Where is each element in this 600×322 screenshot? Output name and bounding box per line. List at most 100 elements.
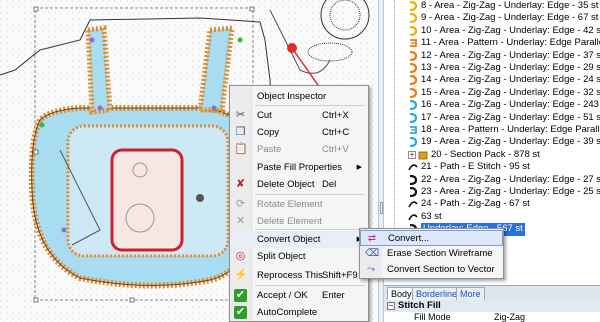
fill-mode-value[interactable]: Zig-Zag [494,312,525,322]
submenu-item-erase-section-wireframe[interactable]: ⌫ Erase Section Wireframe [360,246,503,262]
reprocess-icon: ⚡ [234,269,248,281]
accept-icon: ✔ [234,289,247,302]
menu-item-reprocess-this[interactable]: ⚡ Reprocess This Shift+F9 [230,267,368,284]
tree-item[interactable]: 63 st [384,211,600,223]
menu-item-delete-object[interactable]: ✘ Delete Object Del [230,176,368,193]
context-menu: Object Inspector ✂ Cut Ctrl+X ❐ Copy Ctrl+C 📋 Pa… [229,85,369,322]
tree-item[interactable]: 11 - Area - Pattern - Underlay: Edge Par… [384,37,600,49]
tab-borderline[interactable]: Borderline [412,287,462,300]
tree-item-label: 18 - Area - Pattern - Underlay: Edge Par… [421,124,600,135]
expand-icon[interactable]: + [408,150,416,159]
tree-item[interactable]: +20 - Section Pack - 878 st [384,149,600,161]
menu-separator [255,194,365,195]
menu-item-accept-ok[interactable]: ✔ Accept / OK Enter [230,287,368,304]
zigzag-area-icon [409,112,418,123]
convert-icon: ⇄ [367,233,377,244]
menu-separator [255,285,365,286]
tree-item-label: 9 - Area - Zig-Zag - Underlay: Edge - 67… [421,12,599,24]
pattern-area-icon [410,39,417,48]
scissors-icon: ✂ [235,109,246,121]
tree-item-label: 21 - Path - E Stitch - 95 st [421,161,530,173]
menu-item-split-object[interactable]: ◎ Split Object [230,248,368,265]
menu-item-convert-object[interactable]: Convert Object▶ [230,231,368,248]
properties-panel: Body Borderline More − Stitch Fill Fill … [384,285,600,322]
tree-item[interactable]: 10 - Area - Zig-Zag - Underlay: Edge - 4… [384,25,600,37]
menu-item-cut[interactable]: ✂ Cut Ctrl+X [230,107,368,124]
tree-item[interactable]: 16 - Area - Zig-Zag - Underlay: Edge - 2… [384,99,600,111]
tree-item[interactable]: 23 - Area - Zig-Zag - Underlay: Edge - 2… [384,186,600,198]
tree-item-label: 11 - Area - Pattern - Underlay: Edge Par… [421,37,600,49]
splitter-grip[interactable] [380,202,383,214]
menu-item-delete-element[interactable]: ✕ Delete Element [230,213,368,230]
zigzag-area-icon [409,25,418,36]
tree-item-label: 20 - Section Pack - 878 st [431,148,540,160]
menu-item-label: Delete Object [257,179,315,190]
tree-item[interactable]: 21 - Path - E Stitch - 95 st [384,161,600,173]
fill-mode-row[interactable]: Fill Mode Zig-Zag [384,312,600,322]
stitch-fill-section[interactable]: − Stitch Fill [384,300,600,312]
menu-item-paste[interactable]: 📋 Paste Ctrl+V [230,141,368,158]
tree-item-label: 22 - Area - Zig-Zag - Underlay: Edge - 2… [421,173,600,185]
object-tree[interactable]: 8 - Area - Zig-Zag - Underlay: Edge - 35… [384,0,600,252]
delete-object-icon: ✘ [235,178,246,190]
tree-item[interactable]: 9 - Area - Zig-Zag - Underlay: Edge - 67… [384,12,600,24]
tree-item-label: 12 - Area - Zig-Zag - Underlay: Edge - 3… [421,49,600,61]
tree-item-label: 19 - Area - Zig-Zag - Underlay: Edge - 3… [421,136,600,148]
tree-item-label: 10 - Area - Zig-Zag - Underlay: Edge - 4… [421,24,600,36]
submenu-item-label: Convert... [388,233,430,244]
tree-item[interactable]: 18 - Area - Pattern - Underlay: Edge Par… [384,124,600,136]
menu-item-object-inspector[interactable]: Object Inspector [230,88,368,105]
menu-item-paste-fill-properties[interactable]: Paste Fill Properties ▶ [230,159,368,176]
tree-item[interactable]: 24 - Path - Zig-Zag - 67 st [384,198,600,210]
delete-element-icon: ✕ [235,215,246,227]
submenu-item-convert[interactable]: ⇄ Convert... [360,230,503,246]
menu-item-shortcut: Del [322,179,337,190]
menu-item-label: Cut [257,110,272,121]
menu-item-label: Convert Object [257,234,321,245]
submenu-item-convert-section-to-vector[interactable]: ⤳ Convert Section to Vector [360,262,503,278]
menu-item-label: Split Object [257,251,306,262]
path-icon [408,214,418,221]
tree-item[interactable]: 22 - Area - Zig-Zag - Underlay: Edge - 2… [384,174,600,186]
zigzag-area-icon [409,75,418,86]
zigzag-area-icon [409,1,418,11]
vector-icon: ⤳ [367,264,375,275]
tree-item-label: 15 - Area - Zig-Zag - Underlay: Edge - 3… [421,86,600,98]
menu-item-shortcut: Shift+F9 [322,270,358,281]
tree-item-label: 63 st [421,210,442,222]
split-icon: ◎ [235,250,246,262]
collapse-icon[interactable]: − [387,302,395,310]
menu-item-shortcut: Ctrl+C [322,127,350,138]
menu-item-label: Reprocess This [257,270,323,281]
tree-item[interactable]: 15 - Area - Zig-Zag - Underlay: Edge - 3… [384,87,600,99]
menu-item-label: AutoComplete [257,307,318,318]
menu-item-rotate-element[interactable]: ⟳ Rotate Element [230,196,368,213]
path-icon [408,201,418,208]
tree-item[interactable]: 19 - Area - Zig-Zag - Underlay: Edge - 3… [384,136,600,148]
tree-item[interactable]: 17 - Area - Zig-Zag - Underlay: Edge - 5… [384,112,600,124]
menu-item-copy[interactable]: ❐ Copy Ctrl+C [230,124,368,141]
copy-icon: ❐ [235,126,246,138]
menu-item-label: Rotate Element [257,199,323,210]
menu-item-label: Paste Fill Properties [257,162,343,173]
menu-item-label: Delete Element [257,216,322,227]
tree-item[interactable]: 14 - Area - Zig-Zag - Underlay: Edge - 2… [384,74,600,86]
paste-icon: 📋 [234,143,248,155]
zigzag-area-icon [409,87,418,98]
tree-item[interactable]: 13 - Area - Zig-Zag - Underlay: Edge - 2… [384,62,600,74]
tree-item[interactable]: 12 - Area - Zig-Zag - Underlay: Edge - 3… [384,50,600,62]
tree-item-label: 8 - Area - Zig-Zag - Underlay: Edge - 35… [421,0,599,11]
rotate-icon: ⟳ [235,198,246,210]
section-title: Stitch Fill [398,300,441,311]
menu-item-shortcut: Ctrl+X [322,110,349,121]
menu-item-shortcut: Enter [322,290,345,301]
menu-separator [255,105,365,106]
path-icon [408,164,418,171]
tree-item[interactable]: 8 - Area - Zig-Zag - Underlay: Edge - 35… [384,0,600,12]
autocomplete-icon: ✔ [234,306,247,319]
properties-tabs: Body Borderline More [384,286,600,300]
menu-item-label: Copy [257,127,280,138]
pattern-area-icon [410,126,417,134]
menu-item-autocomplete[interactable]: ✔ AutoComplete [230,304,368,321]
tab-more[interactable]: More [456,287,485,300]
